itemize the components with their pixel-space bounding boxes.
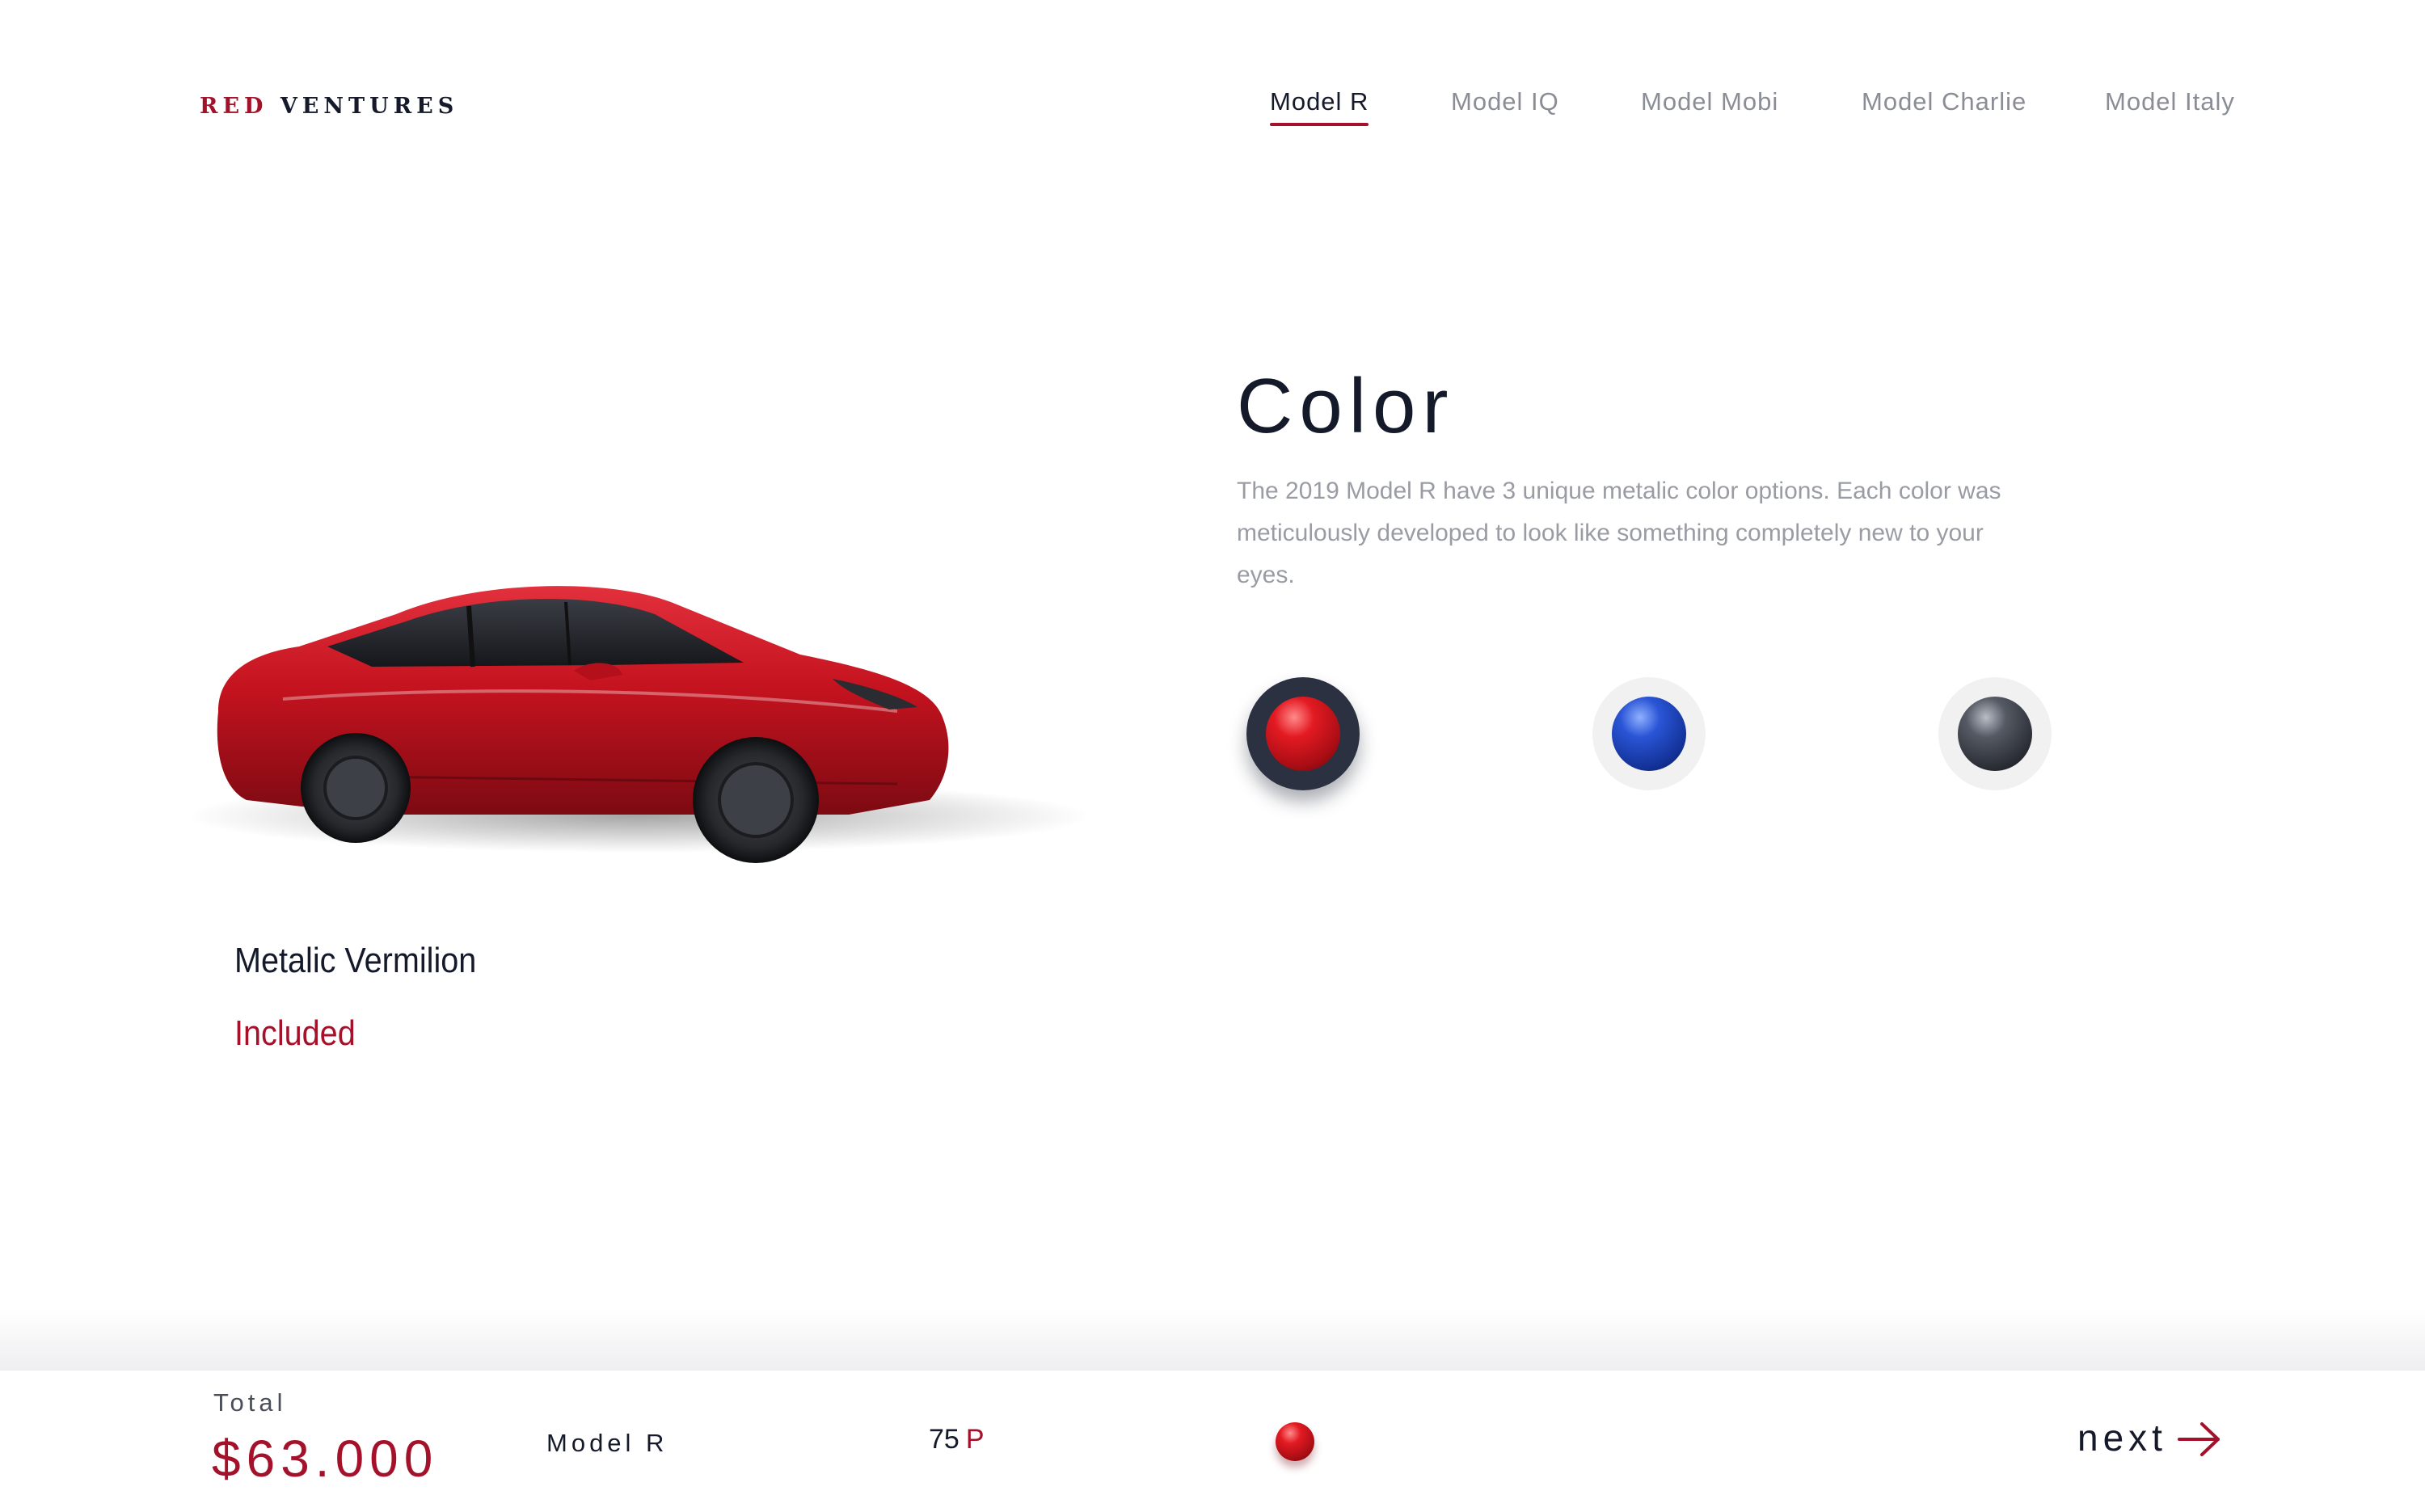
graphite-paint-sphere-icon [1958,697,2032,771]
nav-item-model-r[interactable]: Model R [1270,87,1369,126]
nav-item-label: Model Charlie [1862,87,2027,116]
total-label: Total [213,1388,287,1417]
active-nav-underline [1270,123,1369,126]
selected-color-name: Metalic Vermilion [234,941,477,980]
car-image [186,558,1091,881]
battery-value: 75 [929,1424,959,1455]
footer-battery: 75 P [929,1424,985,1455]
nav-item-label: Model Mobi [1641,87,1779,116]
arrow-right-icon [2178,1422,2220,1456]
nav-item-model-italy[interactable]: Model Italy [2105,87,2235,116]
red-paint-sphere-icon [1276,1422,1314,1461]
selected-color-price-note: Included [234,1013,356,1053]
section-title: Color [1237,363,1455,450]
nav-item-label: Model R [1270,87,1369,116]
section-description: The 2019 Model R have 3 unique metalic c… [1237,478,2001,588]
next-button-label: next [2077,1417,2167,1459]
footer-model-name: Model R [546,1429,668,1457]
battery-unit: P [965,1424,985,1455]
model-nav: Model R Model IQ Model Mobi Model Charli… [0,87,2425,136]
nav-item-model-charlie[interactable]: Model Charlie [1862,87,2026,116]
total-value: $63.000 [212,1430,439,1488]
configurator-page: RED VENTURES Model R Model IQ Model Mobi… [0,0,2425,1512]
car-illustration-icon [186,586,1091,863]
footer-shadow [0,1309,2425,1371]
blue-paint-sphere-icon [1612,697,1686,771]
color-swatch-red[interactable] [1246,677,1360,790]
next-button[interactable]: next [2077,1416,2223,1468]
color-swatch-blue[interactable] [1592,677,1706,790]
nav-item-label: Model Italy [2105,87,2235,116]
nav-item-label: Model IQ [1451,87,1559,116]
color-swatch-graphite[interactable] [1938,677,2052,790]
nav-item-model-mobi[interactable]: Model Mobi [1641,87,1778,116]
red-paint-sphere-icon [1266,697,1340,771]
nav-item-model-iq[interactable]: Model IQ [1451,87,1559,116]
